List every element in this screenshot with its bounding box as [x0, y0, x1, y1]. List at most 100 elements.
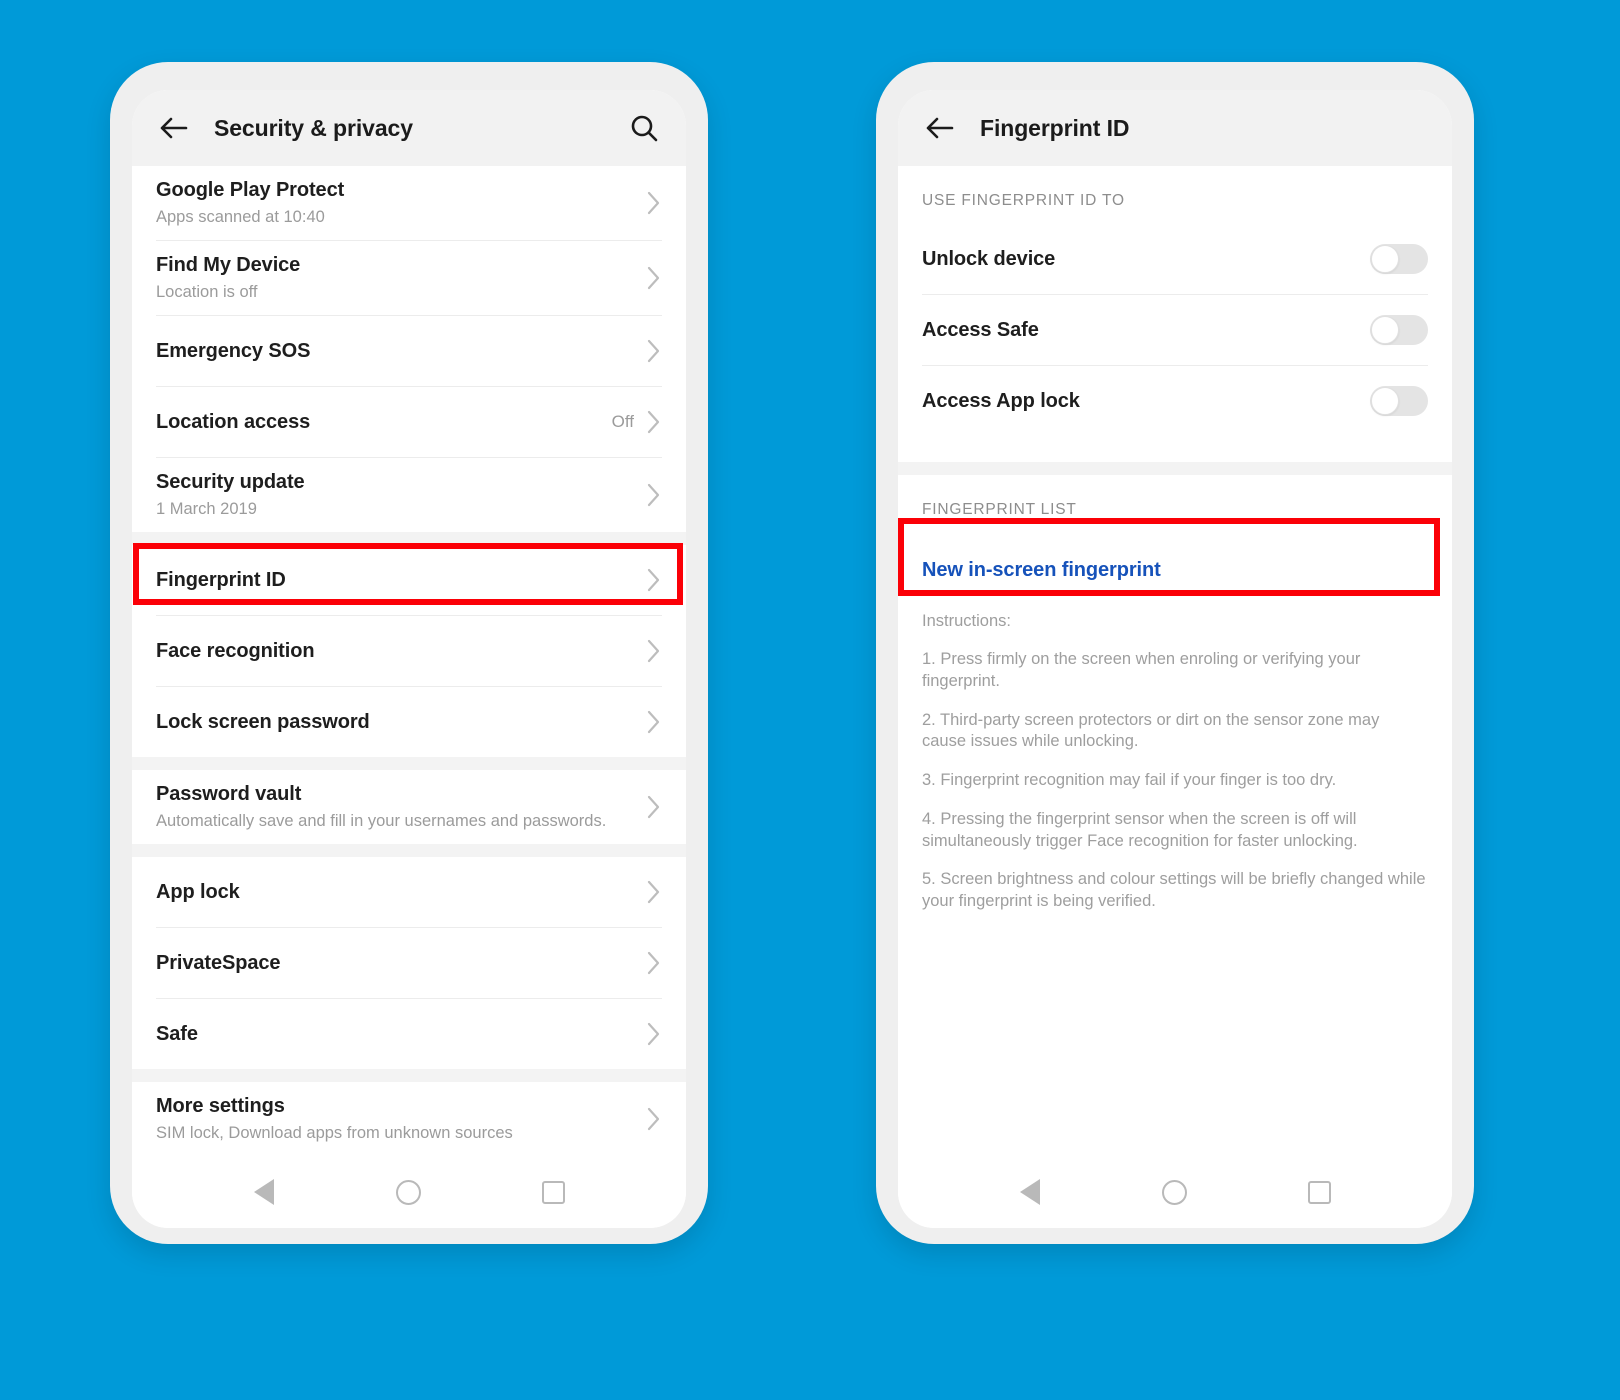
page-title: Security & privacy [214, 114, 413, 141]
toggle-knob [1371, 387, 1399, 415]
settings-group-5: More settings SIM lock, Download apps fr… [132, 1082, 686, 1156]
list-item-find-my-device[interactable]: Find My Device Location is off [132, 241, 686, 315]
list-item-face-recognition[interactable]: Face recognition [132, 616, 686, 686]
row-title: Location access [156, 410, 311, 433]
instruction-item: 3. Fingerprint recognition may fail if y… [922, 771, 1337, 790]
row-title: Safe [156, 1022, 198, 1045]
new-in-screen-fingerprint-label: New in-screen fingerprint [922, 559, 1161, 581]
row-text: PrivateSpace [156, 939, 646, 987]
chevron-right-icon [646, 879, 662, 905]
toggle-knob [1371, 316, 1399, 344]
row-text: Fingerprint ID [156, 556, 646, 604]
page-title: Fingerprint ID [980, 114, 1130, 141]
toggle-knob [1371, 245, 1399, 273]
row-title: Lock screen password [156, 710, 370, 733]
row-title: Security update [156, 471, 305, 494]
left-appbar: Security & privacy [132, 90, 686, 166]
chevron-right-icon [646, 482, 662, 508]
row-subtitle: Location is off [156, 282, 258, 301]
list-item-security-update[interactable]: Security update 1 March 2019 [132, 458, 686, 532]
row-subtitle: 1 March 2019 [156, 499, 257, 518]
list-item-emergency-sos[interactable]: Emergency SOS [132, 316, 686, 386]
chevron-right-icon [646, 794, 662, 820]
row-subtitle: Apps scanned at 10:40 [156, 207, 325, 226]
group-separator [132, 757, 686, 770]
left-settings-list[interactable]: Google Play Protect Apps scanned at 10:4… [132, 166, 686, 1156]
toggle-row-access-safe[interactable]: Access Safe [898, 295, 1452, 365]
row-text: Security update 1 March 2019 [156, 458, 646, 531]
settings-group-4: App lock PrivateSpace Safe [132, 857, 686, 1069]
access-safe-toggle[interactable] [1370, 315, 1428, 345]
toggle-row-unlock-device[interactable]: Unlock device [898, 224, 1452, 294]
instruction-item: 4. Pressing the fingerprint sensor when … [922, 809, 1358, 850]
chevron-right-icon [646, 338, 662, 364]
section-bottom-pad [898, 436, 1452, 462]
row-subtitle: SIM lock, Download apps from unknown sou… [156, 1123, 513, 1142]
chevron-right-icon [646, 265, 662, 291]
nav-back-triangle-icon[interactable] [1013, 1175, 1047, 1209]
search-icon[interactable] [628, 112, 660, 144]
list-item-location-access[interactable]: Location access Off [132, 387, 686, 457]
list-item-more-settings[interactable]: More settings SIM lock, Download apps fr… [132, 1082, 686, 1156]
new-in-screen-fingerprint-button[interactable]: New in-screen fingerprint [898, 533, 1452, 608]
row-text: Face recognition [156, 627, 646, 675]
chevron-right-icon [646, 638, 662, 664]
arrow-left-icon[interactable] [922, 111, 956, 145]
row-text: Location access [156, 398, 612, 446]
nav-recents-square-icon[interactable] [1303, 1175, 1337, 1209]
chevron-right-icon [646, 1021, 662, 1047]
phone-right-fingerprint-id: Fingerprint ID USE FINGERPRINT ID TO Unl… [876, 62, 1474, 1244]
chevron-right-icon [646, 409, 662, 435]
unlock-device-toggle[interactable] [1370, 244, 1428, 274]
nav-home-circle-icon[interactable] [1158, 1175, 1192, 1209]
row-subtitle: Automatically save and fill in your user… [156, 811, 607, 830]
instruction-item: 1. Press firmly on the screen when enrol… [922, 650, 1361, 690]
row-text: More settings SIM lock, Download apps fr… [156, 1082, 646, 1155]
right-screen: Fingerprint ID USE FINGERPRINT ID TO Unl… [898, 90, 1452, 1228]
list-item-fingerprint-id[interactable]: Fingerprint ID [132, 545, 686, 615]
nav-back-triangle-icon[interactable] [247, 1175, 281, 1209]
row-title: Face recognition [156, 639, 315, 662]
group-separator [132, 844, 686, 857]
settings-group-1: Google Play Protect Apps scanned at 10:4… [132, 166, 686, 532]
toggle-row-access-app-lock[interactable]: Access App lock [898, 366, 1452, 436]
right-navbar [898, 1156, 1452, 1228]
screenshot-canvas: Security & privacy Google Play Protect A… [0, 0, 1620, 1400]
arrow-left-icon[interactable] [156, 111, 190, 145]
chevron-right-icon [646, 950, 662, 976]
chevron-right-icon [646, 190, 662, 216]
access-app-lock-toggle[interactable] [1370, 386, 1428, 416]
fingerprint-list-section: FINGERPRINT LIST New in-screen fingerpri… [898, 475, 1452, 913]
group-separator [132, 1069, 686, 1082]
list-item-password-vault[interactable]: Password vault Automatically save and fi… [132, 770, 686, 844]
section-label-use-fingerprint: USE FINGERPRINT ID TO [898, 166, 1452, 224]
list-item-lock-screen-password[interactable]: Lock screen password [132, 687, 686, 757]
toggle-label: Access App lock [922, 389, 1080, 412]
use-fingerprint-section: USE FINGERPRINT ID TO Unlock device Acce… [898, 166, 1452, 462]
row-title: App lock [156, 880, 240, 903]
row-title: Fingerprint ID [156, 568, 286, 591]
row-value: Off [611, 412, 634, 431]
list-item-safe[interactable]: Safe [132, 999, 686, 1069]
list-item-google-play-protect[interactable]: Google Play Protect Apps scanned at 10:4… [132, 166, 686, 240]
row-title: PrivateSpace [156, 951, 281, 974]
row-title: Emergency SOS [156, 339, 311, 362]
nav-home-circle-icon[interactable] [392, 1175, 426, 1209]
left-screen: Security & privacy Google Play Protect A… [132, 90, 686, 1228]
chevron-right-icon [646, 567, 662, 593]
instruction-item: 5. Screen brightness and colour settings… [922, 870, 1426, 911]
toggle-label: Access Safe [922, 318, 1039, 341]
settings-group-3: Password vault Automatically save and fi… [132, 770, 686, 844]
row-title: More settings [156, 1095, 285, 1118]
settings-group-2: Fingerprint ID Face recognition Lock scr… [132, 545, 686, 757]
row-text: Emergency SOS [156, 327, 646, 375]
row-text: Lock screen password [156, 698, 646, 746]
right-content[interactable]: USE FINGERPRINT ID TO Unlock device Acce… [898, 166, 1452, 1156]
nav-recents-square-icon[interactable] [537, 1175, 571, 1209]
instructions-block: Instructions: 1. Press firmly on the scr… [898, 608, 1452, 913]
left-navbar [132, 1156, 686, 1228]
instructions-heading: Instructions: [922, 612, 1011, 630]
list-item-privatespace[interactable]: PrivateSpace [132, 928, 686, 998]
section-label-fingerprint-list: FINGERPRINT LIST [898, 475, 1452, 533]
list-item-app-lock[interactable]: App lock [132, 857, 686, 927]
